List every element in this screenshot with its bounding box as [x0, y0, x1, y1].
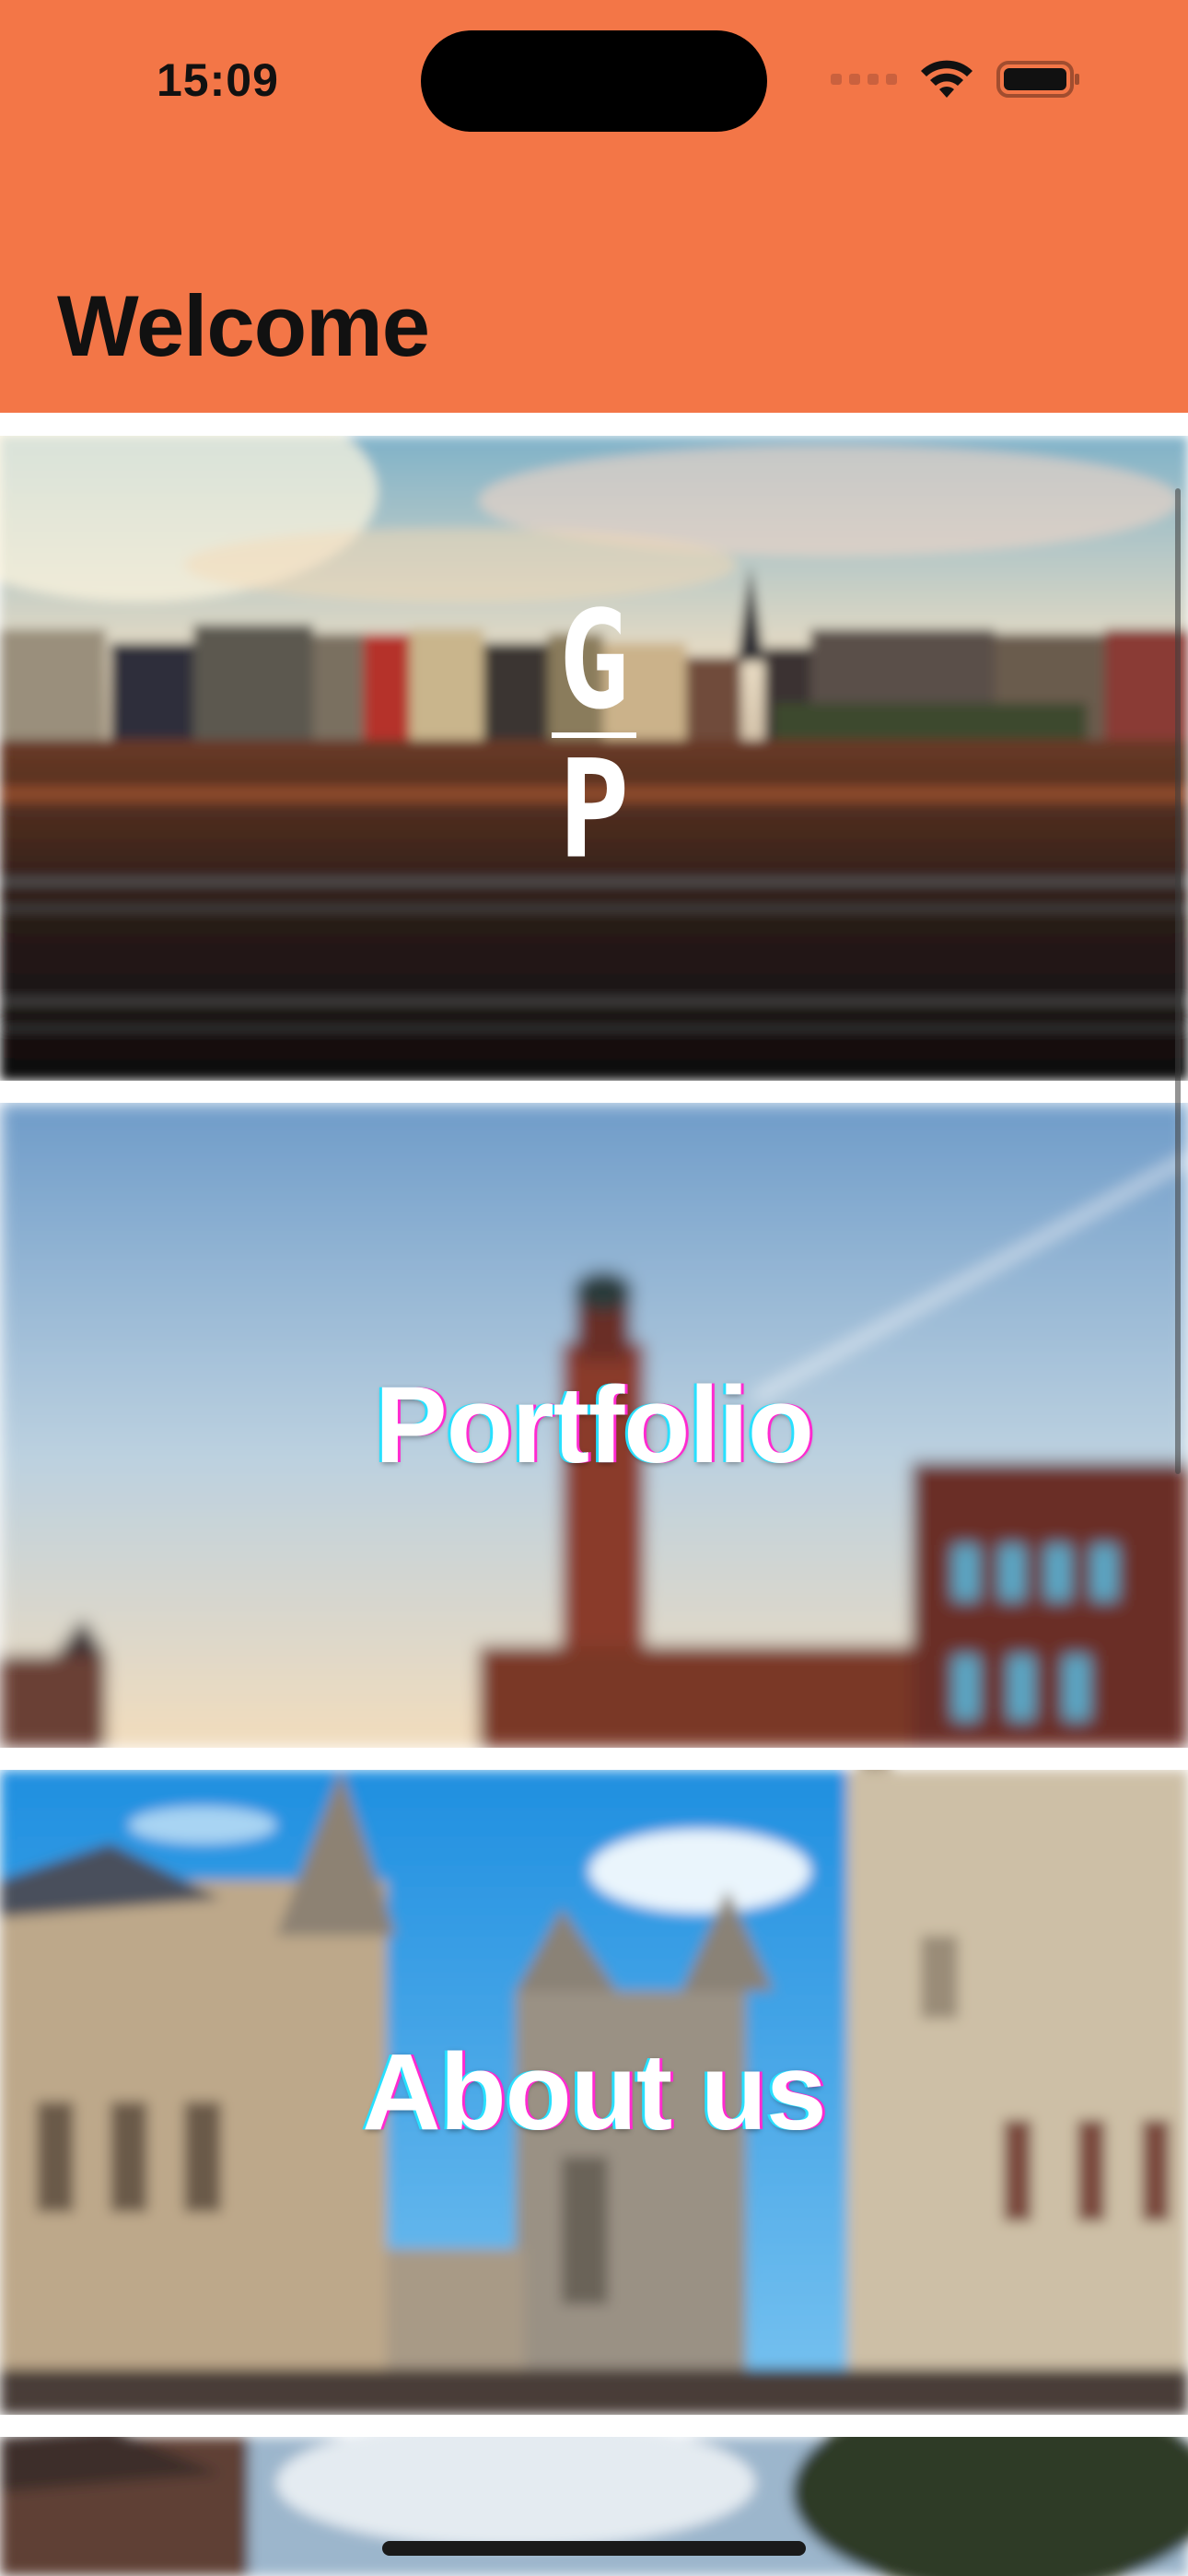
- logo-card[interactable]: G P: [0, 436, 1188, 1081]
- gp-logo: G P: [543, 592, 645, 879]
- portfolio-card[interactable]: Portfolio: [0, 1103, 1188, 1748]
- logo-letter-p: P: [558, 731, 630, 890]
- dynamic-island: [421, 30, 767, 132]
- wifi-icon: [919, 59, 974, 100]
- navigation-header: 15:09 Welcome: [0, 0, 1188, 413]
- about-us-card[interactable]: About us: [0, 1770, 1188, 2415]
- page-title: Welcome: [57, 277, 430, 374]
- home-indicator[interactable]: [382, 2541, 806, 2556]
- battery-icon: [996, 59, 1081, 100]
- cellular-signal-icon: [831, 74, 897, 85]
- status-icons: [831, 59, 1081, 100]
- scroll-indicator[interactable]: [1175, 488, 1181, 1474]
- about-us-label: About us: [362, 2032, 826, 2153]
- status-time: 15:09: [157, 54, 279, 106]
- portfolio-label: Portfolio: [374, 1364, 814, 1486]
- logo-letter-g: G: [558, 581, 630, 741]
